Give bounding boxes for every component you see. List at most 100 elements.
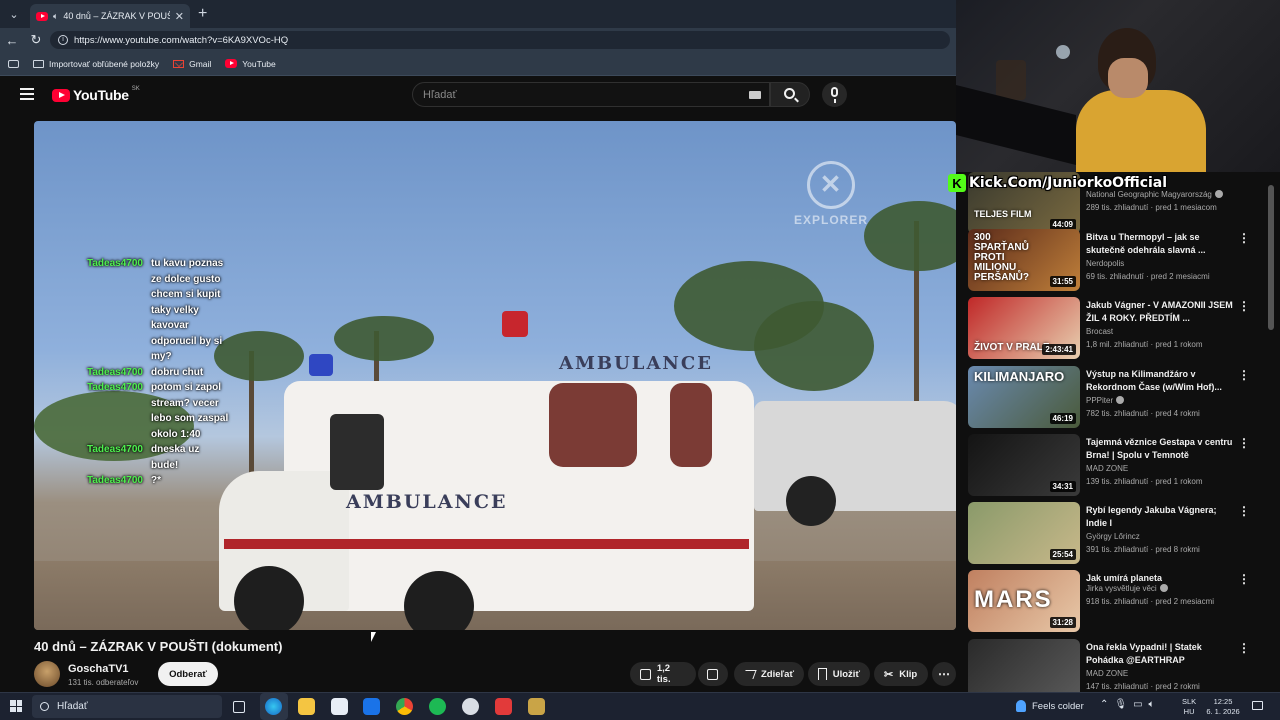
spotify-icon[interactable] xyxy=(429,698,446,715)
recommended-video[interactable]: Ona řekla Vypadni! | Statek Pohádka @EAR… xyxy=(968,639,1268,692)
steam-icon[interactable] xyxy=(462,698,479,715)
more-actions-button[interactable]: ⋯ xyxy=(932,662,956,686)
recommended-video[interactable]: KILIMANJARO 46:19 Výstup na Kilimandžáro… xyxy=(968,366,1268,428)
weather-widget[interactable]: Feels colder xyxy=(1016,700,1084,712)
browser-tab-active[interactable]: 🔈︎ 40 dnů – ZÁZRAK V POUŠTI ( ✕ xyxy=(30,4,190,28)
video-thumbnail[interactable]: KILIMANJARO 46:19 xyxy=(968,366,1080,428)
voice-search-button[interactable] xyxy=(822,82,847,107)
chat-username: Tadeas4700 xyxy=(87,366,143,378)
site-info-icon[interactable]: i xyxy=(58,35,68,45)
thumbnail-overlay-text: ŽIVOT V PRALE xyxy=(974,342,1050,353)
search-input[interactable]: Hľadať xyxy=(412,82,770,107)
video-title[interactable]: Ona řekla Vypadni! | Statek Pohádka @EAR… xyxy=(1086,641,1236,667)
microphone-icon[interactable]: 🎙︎ xyxy=(1114,699,1133,710)
more-vertical-icon[interactable]: ⋮ xyxy=(1238,299,1250,313)
notifications-icon[interactable] xyxy=(1252,701,1263,710)
channel-text: PPPiter xyxy=(1086,396,1114,405)
ambulance-stripe xyxy=(224,539,749,549)
league-client-icon[interactable] xyxy=(528,698,545,715)
search-placeholder: Hľadať xyxy=(423,88,457,101)
tab-actions-chevron-icon[interactable]: ⌄ xyxy=(2,3,26,25)
chrome-icon[interactable] xyxy=(396,698,413,715)
app-red-icon[interactable] xyxy=(495,698,512,715)
chat-text: tu kavu poznas ze dolce gusto chcem si k… xyxy=(151,258,224,362)
views: 782 tis. zhliadnutí xyxy=(1086,409,1149,418)
taskbar-search-input[interactable]: Hľadať xyxy=(32,695,222,718)
video-title[interactable]: Rybí legendy Jakuba Vágnera; Indie I xyxy=(1086,504,1236,530)
bookmark-youtube[interactable]: YouTube xyxy=(225,59,276,69)
save-button[interactable]: Uložiť xyxy=(808,662,870,686)
recommended-video[interactable]: 300 SPARŤANŮ PROTI MILIONU PERŠANŮ? 31:5… xyxy=(968,229,1268,291)
more-vertical-icon[interactable]: ⋮ xyxy=(1238,504,1250,518)
youtube-logo-text: YouTube xyxy=(73,87,129,103)
search-button[interactable] xyxy=(770,82,810,107)
video-thumbnail[interactable]: MARS 31:28 xyxy=(968,570,1080,632)
age: pred 1 rokom xyxy=(1155,477,1203,486)
file-explorer-icon[interactable] xyxy=(298,698,315,715)
recommended-video[interactable]: ŽIVOT V PRALE 2:43:41 Jakub Vágner - V A… xyxy=(968,297,1268,359)
more-vertical-icon[interactable]: ⋮ xyxy=(1238,641,1250,655)
speaker-icon[interactable]: 🔈︎ xyxy=(53,11,58,22)
video-title[interactable]: Tajemná věznice Gestapa v centru Brna! |… xyxy=(1086,436,1236,462)
recommended-video[interactable]: 25:54 Rybí legendy Jakuba Vágnera; Indie… xyxy=(968,502,1268,564)
more-vertical-icon[interactable]: ⋮ xyxy=(1238,436,1250,450)
streamer-face xyxy=(1108,58,1148,98)
more-vertical-icon[interactable]: ⋮ xyxy=(1238,368,1250,382)
more-vertical-icon[interactable]: ⋮ xyxy=(1238,572,1250,586)
thumbnail-overlay-text: 300 SPARŤANŮ PROTI MILIONU PERŠANŮ? xyxy=(974,232,1030,283)
reading-mode-icon[interactable] xyxy=(8,59,19,68)
video-duration: 25:54 xyxy=(1049,549,1076,560)
video-thumbnail[interactable]: ŽIVOT V PRALE 2:43:41 xyxy=(968,297,1080,359)
channel-name[interactable]: GoschaTV1 xyxy=(68,663,129,675)
menu-hamburger-icon[interactable] xyxy=(20,88,34,100)
chat-username: Tadeas4700 xyxy=(87,382,143,393)
youtube-logo-icon xyxy=(52,88,70,102)
bookmark-import[interactable]: Importovať obľúbené položky xyxy=(33,59,159,69)
chevron-up-icon[interactable]: ⌃ xyxy=(1100,699,1114,710)
language-indicator[interactable]: SLK HU xyxy=(1182,697,1196,717)
verified-icon xyxy=(1159,584,1168,592)
channel-avatar[interactable] xyxy=(34,661,60,687)
url-field[interactable]: i https://www.youtube.com/watch?v=6KA9XV… xyxy=(50,31,950,49)
volume-icon[interactable]: 🔈︎ xyxy=(1149,699,1161,710)
age: pred 1 mesiacom xyxy=(1155,203,1217,212)
outlook-icon[interactable] xyxy=(363,698,380,715)
kick-channel-banner: K Kick.Com/JuniorkoOfficial xyxy=(948,172,1167,194)
clip-button[interactable]: ✂ Klip xyxy=(874,662,928,686)
share-button[interactable]: Zdieľať xyxy=(734,662,804,686)
task-view-icon[interactable] xyxy=(233,701,245,713)
close-tab-icon[interactable]: ✕ xyxy=(175,10,184,23)
truck-wheel xyxy=(786,476,836,526)
edge-browser-icon[interactable] xyxy=(265,698,282,715)
system-tray[interactable]: ⌃🎙︎▭🔈︎ xyxy=(1100,699,1161,710)
microsoft-store-icon[interactable] xyxy=(331,698,348,715)
video-title[interactable]: Bitva u Thermopyl – jak se skutečně odeh… xyxy=(1086,231,1236,257)
subscribe-button[interactable]: Odberať xyxy=(158,662,218,686)
youtube-logo[interactable]: YouTube SK xyxy=(52,86,140,103)
keyboard-icon[interactable] xyxy=(749,91,761,99)
video-thumbnail[interactable]: 25:54 xyxy=(968,502,1080,564)
like-button[interactable]: 1,2 tis. xyxy=(630,662,696,686)
video-meta: 782 tis. zhliadnutí · pred 4 rokmi xyxy=(1086,409,1200,418)
video-thumbnail[interactable]: 34:31 xyxy=(968,434,1080,496)
clock[interactable]: 12:25 6. 1. 2026 xyxy=(1206,697,1240,717)
network-icon[interactable]: ▭ xyxy=(1133,699,1148,710)
bookmark-gmail[interactable]: Gmail xyxy=(173,59,211,69)
video-thumbnail[interactable]: 300 SPARŤANŮ PROTI MILIONU PERŠANŮ? 31:5… xyxy=(968,229,1080,291)
video-title[interactable]: Jakub Vágner - V AMAZONII JSEM ŽIL 4 ROK… xyxy=(1086,299,1236,325)
windows-start-icon[interactable] xyxy=(10,700,22,712)
recommended-video[interactable]: MARS 31:28 Jak umírá planeta Jirka vysvě… xyxy=(968,570,1268,632)
channel-text: György Lőrincz xyxy=(1086,532,1140,541)
refresh-icon[interactable]: ↻ xyxy=(24,32,48,48)
dislike-button[interactable] xyxy=(698,662,728,686)
tab-title: 40 dnů – ZÁZRAK V POUŠTI ( xyxy=(63,11,169,21)
sidebar-scrollbar[interactable] xyxy=(1268,185,1274,330)
more-vertical-icon[interactable]: ⋮ xyxy=(1238,231,1250,245)
back-arrow-icon[interactable]: ← xyxy=(0,33,24,48)
recommended-video[interactable]: 34:31 Tajemná věznice Gestapa v centru B… xyxy=(968,434,1268,496)
new-tab-plus-icon[interactable]: + xyxy=(198,5,207,23)
palm-tree xyxy=(754,301,874,391)
video-title[interactable]: Výstup na Kilimandžáro v Rekordnom Čase … xyxy=(1086,368,1236,394)
verified-icon xyxy=(1116,396,1125,404)
video-thumbnail[interactable] xyxy=(968,639,1080,692)
